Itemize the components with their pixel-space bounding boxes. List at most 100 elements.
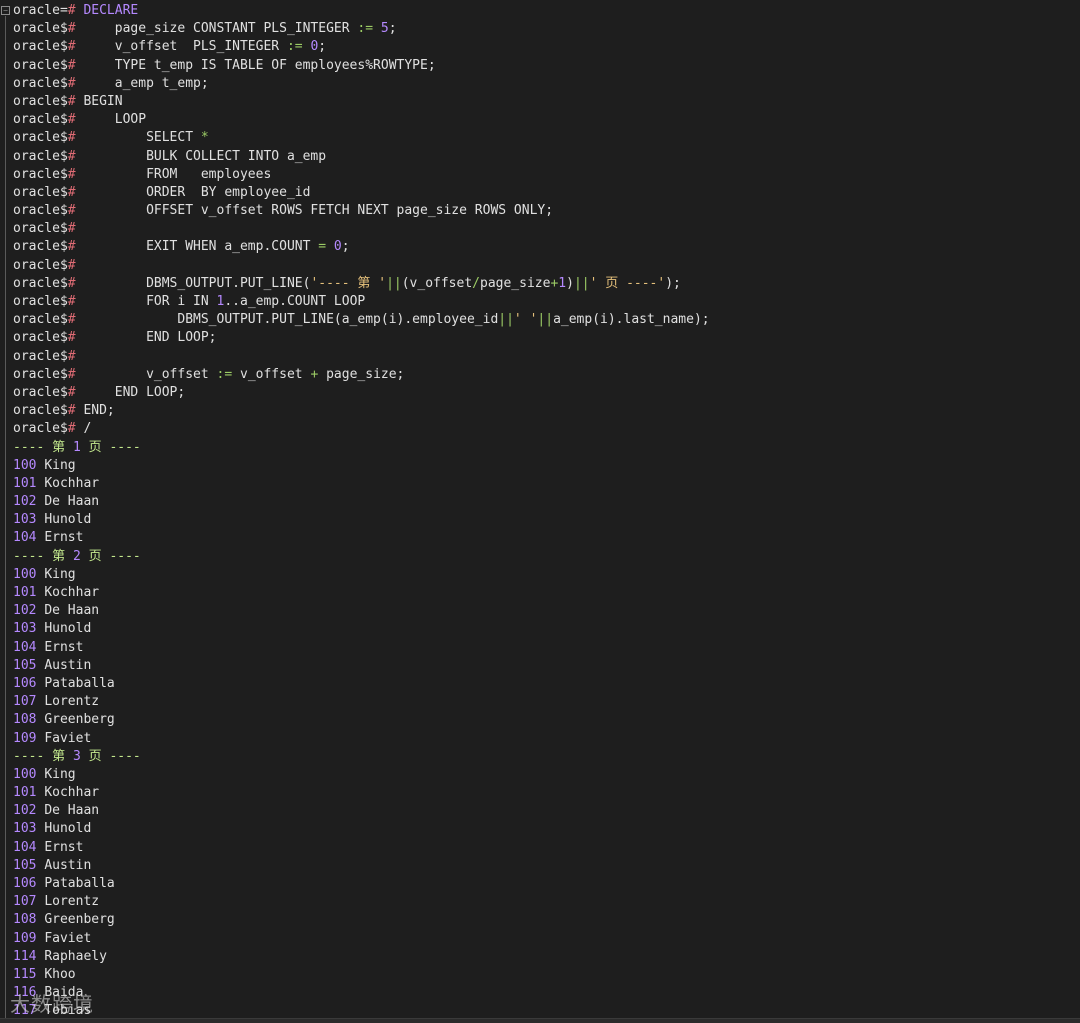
output-row: 106 Pataballa: [13, 675, 710, 693]
code-token: ||: [498, 312, 514, 328]
code-line: oracle$# page_size CONSTANT PLS_INTEGER …: [13, 20, 710, 38]
code-line: oracle$# v_offset PLS_INTEGER := 0;: [13, 38, 710, 56]
code-token: );: [665, 275, 681, 291]
code-token: /: [75, 421, 92, 437]
employee-name: King: [44, 766, 76, 782]
code-token: page_size;: [318, 366, 405, 382]
code-token: ' 页 ----': [589, 275, 666, 291]
prompt-text: oracle$: [13, 312, 68, 328]
page-header-suffix: 页 ----: [80, 439, 141, 455]
terminal-window[interactable]: − oracle=# DECLARE oracle$# page_size CON…: [0, 0, 1080, 1023]
prompt-hash: #: [67, 3, 76, 18]
employee-name: Pataballa: [44, 675, 115, 691]
fold-guide-line: [5, 16, 6, 1023]
output-row: 101 Kochhar: [13, 584, 710, 602]
employee-name: Hunold: [44, 512, 92, 528]
prompt-hash: #: [67, 275, 76, 291]
code-token: a_emp t_emp;: [75, 75, 209, 91]
page-header-prefix: ---- 第: [13, 748, 73, 764]
employee-name: Hunold: [44, 821, 92, 837]
prompt-text: oracle$: [13, 257, 68, 273]
output-row: 107 Lorentz: [13, 893, 710, 911]
employee-name: King: [44, 566, 76, 582]
code-line: oracle$#: [13, 257, 710, 275]
output-row: 109 Faviet: [13, 930, 710, 948]
output-row: 115 Khoo: [13, 966, 710, 984]
code-token: 0: [333, 239, 342, 255]
prompt-text: oracle$: [13, 39, 68, 55]
employee-name: Ernst: [44, 530, 84, 546]
employee-name: De Haan: [44, 494, 100, 510]
employee-id: 109: [13, 930, 37, 946]
page-header-prefix: ---- 第: [13, 439, 73, 455]
prompt-hash: #: [67, 239, 76, 255]
prompt-text: oracle$: [13, 275, 68, 291]
code-token: BULK COLLECT INTO a_emp: [75, 148, 327, 164]
employee-id: 108: [13, 912, 37, 928]
employee-name: Hunold: [44, 621, 92, 637]
employee-id: 103: [13, 621, 37, 637]
employee-name: De Haan: [44, 803, 100, 819]
code-token: END LOOP;: [75, 384, 186, 400]
output-row: 103 Hunold: [13, 620, 710, 638]
page-header-suffix: 页 ----: [80, 748, 141, 764]
employee-id: 115: [13, 966, 37, 982]
code-token: ): [566, 275, 574, 291]
employee-id: 102: [13, 803, 37, 819]
code-token: 1: [558, 275, 567, 291]
code-line: oracle$# END LOOP;: [13, 329, 710, 347]
output-row: 116 Baida: [13, 984, 710, 1002]
code-line: oracle$# BULK COLLECT INTO a_emp: [13, 148, 710, 166]
code-token: :=: [286, 39, 303, 55]
page-header: ---- 第 1 页 ----: [13, 439, 710, 457]
code-line: oracle$# END;: [13, 402, 710, 420]
code-token: *: [200, 130, 209, 146]
output-row: 102 De Haan: [13, 602, 710, 620]
employee-id: 106: [13, 876, 37, 891]
employee-name: Greenberg: [44, 912, 115, 928]
prompt-text: oracle$: [13, 148, 68, 164]
code-token: (v_offset: [401, 275, 473, 291]
code-token: BEGIN: [75, 93, 123, 109]
code-token: ;: [388, 21, 397, 37]
code-token: TYPE t_emp IS TABLE OF employees%ROWTYPE…: [75, 57, 436, 73]
prompt-text: oracle$: [13, 75, 68, 91]
code-token: :=: [216, 366, 233, 382]
employee-name: Khoo: [44, 966, 76, 982]
prompt-hash: #: [67, 421, 76, 437]
code-token: /: [472, 275, 480, 291]
employee-name: Greenberg: [44, 712, 115, 728]
prompt-hash: #: [67, 330, 76, 346]
prompt-hash: #: [67, 384, 76, 400]
page-header: ---- 第 3 页 ----: [13, 748, 710, 766]
code-token: page_size CONSTANT PLS_INTEGER: [75, 21, 358, 37]
employee-name: Ernst: [44, 839, 84, 855]
output-row: 104 Ernst: [13, 529, 710, 547]
prompt-text: oracle=: [13, 3, 68, 18]
prompt-text: oracle$: [13, 57, 68, 73]
fold-collapse-icon[interactable]: −: [1, 6, 10, 15]
output-row: 102 De Haan: [13, 802, 710, 820]
employee-id: 105: [13, 857, 37, 873]
code-token: ;: [341, 239, 350, 255]
code-token: FROM employees: [75, 166, 272, 182]
code-line: oracle$# SELECT *: [13, 129, 710, 147]
horizontal-scrollbar[interactable]: [0, 1018, 1080, 1023]
output-row: 109 Faviet: [13, 730, 710, 748]
output-row: 106 Pataballa: [13, 875, 710, 893]
prompt-hash: #: [67, 57, 76, 73]
prompt-hash: #: [67, 75, 76, 91]
employee-id: 103: [13, 821, 37, 837]
employee-id: 100: [13, 766, 37, 782]
employee-name: Kochhar: [44, 785, 100, 801]
employee-id: 109: [13, 730, 37, 746]
employee-id: 102: [13, 494, 37, 510]
code-token: FOR i IN: [75, 294, 217, 309]
employee-id: 105: [13, 657, 37, 673]
prompt-text: oracle$: [13, 184, 68, 200]
employee-id: 104: [13, 839, 37, 855]
code-token: DECLARE: [83, 3, 139, 18]
output-row: 107 Lorentz: [13, 693, 710, 711]
output-row: 100 King: [13, 766, 710, 784]
